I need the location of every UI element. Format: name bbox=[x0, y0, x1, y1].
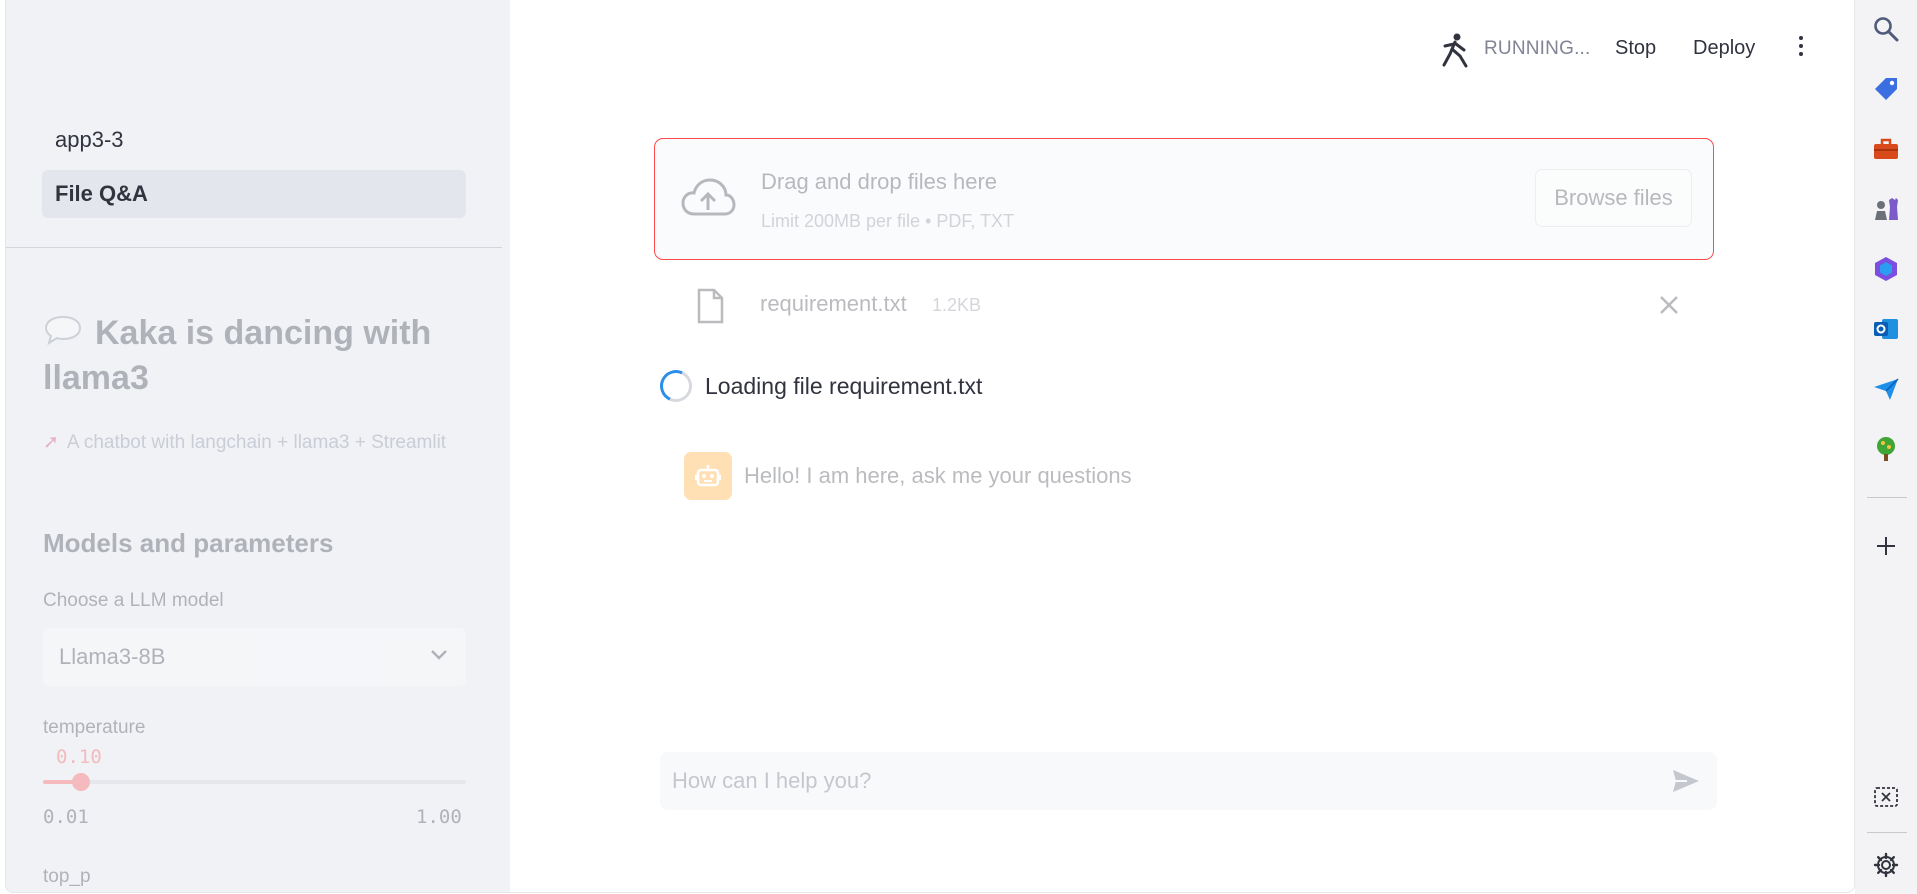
cloud-upload-icon bbox=[680, 176, 736, 225]
temperature-max: 1.00 bbox=[416, 806, 462, 828]
temperature-slider[interactable] bbox=[43, 773, 466, 791]
tree-icon[interactable] bbox=[1872, 435, 1900, 463]
copilot-icon[interactable] bbox=[1872, 255, 1900, 283]
running-status: RUNNING... bbox=[1484, 38, 1591, 59]
loading-spinner bbox=[655, 365, 697, 407]
sidebar-caption: ➚ A chatbot with langchain + llama3 + Str… bbox=[43, 426, 463, 460]
close-icon[interactable] bbox=[1659, 295, 1679, 320]
bot-avatar bbox=[684, 452, 732, 500]
rail-divider bbox=[1867, 832, 1907, 833]
browser-sidebar-rail bbox=[1855, 0, 1917, 894]
top-p-label: top_p bbox=[43, 866, 91, 887]
browse-files-button[interactable]: Browse files bbox=[1535, 169, 1692, 227]
dropzone-limit: Limit 200MB per file • PDF, TXT bbox=[761, 211, 1015, 231]
sidebar-item-file-qa[interactable]: File Q&A bbox=[42, 170, 466, 218]
more-menu-icon[interactable] bbox=[1796, 36, 1806, 62]
uploaded-file-row: requirement.txt 1.2KB bbox=[654, 280, 1714, 330]
running-man-icon bbox=[1440, 32, 1472, 73]
file-icon bbox=[696, 288, 724, 329]
temperature-slider-thumb[interactable] bbox=[72, 773, 91, 791]
models-heading: Models and parameters bbox=[43, 528, 334, 558]
sidebar: app3-3 File Q&A Kaka is dancing with lla… bbox=[6, 0, 510, 892]
deploy-button[interactable]: Deploy bbox=[1693, 37, 1755, 60]
temperature-value: 0.10 bbox=[56, 746, 102, 768]
chat-input-box[interactable] bbox=[660, 752, 1717, 810]
sidebar-title-text: Kaka is dancing with llama3 bbox=[43, 314, 432, 397]
model-select-value: Llama3-8B bbox=[59, 644, 166, 669]
rocket-icon: ➚ bbox=[43, 432, 59, 453]
toolbox-icon[interactable] bbox=[1872, 135, 1900, 163]
tag-icon[interactable] bbox=[1872, 75, 1900, 103]
sidebar-item-app3-3[interactable]: app3-3 bbox=[42, 116, 466, 164]
dropzone-title: Drag and drop files here bbox=[761, 169, 998, 194]
file-size: 1.2KB bbox=[932, 295, 982, 315]
robot-icon bbox=[695, 465, 721, 487]
outlook-icon[interactable] bbox=[1872, 315, 1900, 343]
temperature-min: 0.01 bbox=[43, 806, 89, 828]
send-message-icon[interactable] bbox=[1872, 375, 1900, 403]
sidebar-title: Kaka is dancing with llama3 bbox=[43, 312, 463, 400]
model-select-label: Choose a LLM model bbox=[43, 590, 224, 611]
sidebar-caption-text: A chatbot with langchain + llama3 + Stre… bbox=[66, 432, 447, 453]
speech-bubble-icon bbox=[43, 314, 83, 357]
stop-button[interactable]: Stop bbox=[1615, 37, 1656, 60]
chess-icon[interactable] bbox=[1872, 195, 1900, 223]
temperature-label: temperature bbox=[43, 717, 146, 738]
screenshot-icon[interactable] bbox=[1872, 783, 1900, 811]
rail-divider bbox=[1867, 497, 1907, 498]
streamlit-app: app3-3 File Q&A Kaka is dancing with lla… bbox=[5, 0, 1855, 893]
file-name: requirement.txt bbox=[760, 291, 907, 316]
gear-icon[interactable] bbox=[1872, 851, 1900, 879]
add-icon[interactable] bbox=[1872, 532, 1900, 560]
model-select[interactable]: Llama3-8B bbox=[43, 628, 466, 686]
chat-input[interactable] bbox=[672, 752, 1632, 810]
search-icon[interactable] bbox=[1872, 15, 1900, 43]
chevron-down-icon bbox=[430, 648, 448, 667]
chat-message-text: Hello! I am here, ask me your questions bbox=[744, 463, 1132, 488]
sidebar-divider bbox=[6, 247, 502, 248]
send-icon[interactable] bbox=[1671, 768, 1701, 799]
loading-text: Loading file requirement.txt bbox=[705, 373, 983, 399]
file-uploader-dropzone[interactable]: Drag and drop files here Limit 200MB per… bbox=[654, 138, 1714, 260]
